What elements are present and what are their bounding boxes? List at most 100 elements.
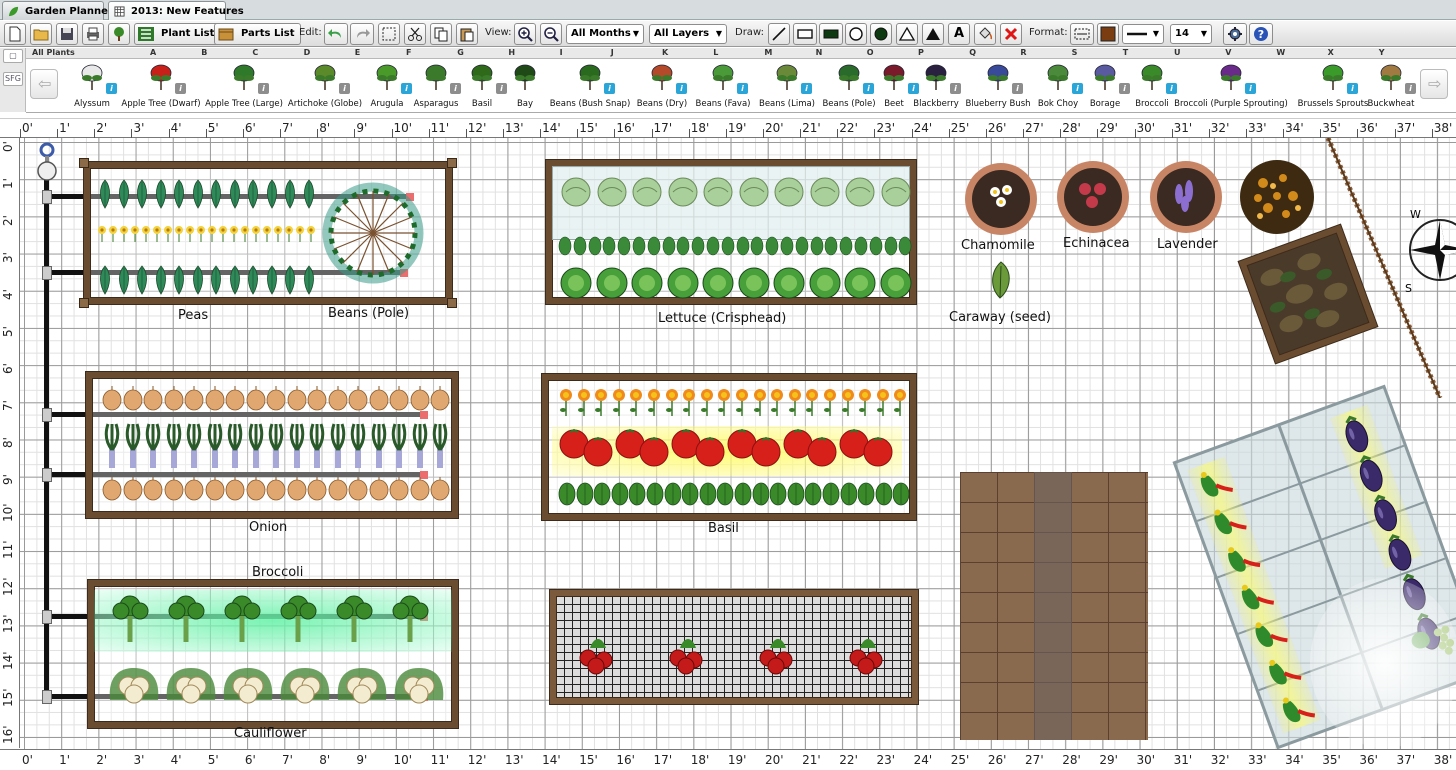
draw-filled-rectangle-button[interactable] xyxy=(819,23,843,45)
pot-lavender[interactable] xyxy=(1147,158,1225,236)
plant-thumbnail-icon xyxy=(314,64,336,90)
raised-bed-basil[interactable] xyxy=(542,374,916,520)
raised-bed-broccoli[interactable] xyxy=(88,580,458,728)
caraway-leaf-icon[interactable] xyxy=(986,260,1016,302)
scroll-right-button[interactable]: ⇨ xyxy=(1420,69,1448,99)
cauliflower-icon xyxy=(280,668,330,704)
fill-color-button[interactable] xyxy=(1097,23,1119,45)
bed-corner-post xyxy=(447,158,457,168)
raised-bed-mesh[interactable] xyxy=(550,590,918,704)
pea-plant-icon xyxy=(192,265,203,295)
info-icon[interactable]: i xyxy=(1405,83,1416,94)
filter-toggle-button[interactable]: ▢ xyxy=(3,49,23,63)
plant-item[interactable]: i Broccoli (Purple Sprouting) xyxy=(1174,59,1288,111)
plant-thumbnail-icon xyxy=(150,64,172,90)
flower-icon xyxy=(263,226,271,242)
new-button[interactable] xyxy=(4,23,26,45)
draw-triangle-button[interactable] xyxy=(896,23,918,45)
tab-new-features[interactable]: 2013: New Features xyxy=(108,1,244,20)
info-icon[interactable]: i xyxy=(106,83,117,94)
save-button[interactable] xyxy=(56,23,78,45)
months-dropdown[interactable]: All Months ▼ xyxy=(566,24,644,44)
dimension-button[interactable] xyxy=(1070,23,1094,45)
water-faucet-icon[interactable] xyxy=(32,140,64,182)
onion-icon xyxy=(369,477,388,501)
tab-garden-planner[interactable]: Garden Planner xyxy=(2,1,113,20)
fence[interactable] xyxy=(1320,138,1456,398)
draw-circle-button[interactable] xyxy=(845,23,867,45)
info-icon[interactable]: i xyxy=(1245,83,1256,94)
draw-filled-triangle-button[interactable] xyxy=(922,23,944,45)
plant-filter-dropdown[interactable]: All Plants xyxy=(32,48,75,57)
draw-rectangle-button[interactable] xyxy=(793,23,817,45)
plant-tool-button[interactable] xyxy=(108,23,130,45)
paved-area[interactable] xyxy=(960,472,1148,740)
zoom-in-button[interactable] xyxy=(514,23,536,45)
cut-button[interactable] xyxy=(404,23,426,45)
copy-button[interactable] xyxy=(430,23,452,45)
flower-icon xyxy=(197,226,205,242)
column-letter: Q xyxy=(969,48,976,57)
vertical-ruler: 0' 1' 2' 3' 4' 5' 6' 7' 8' 9' 10' 11' 12' 13' 14' 15' 16… xyxy=(0,138,20,748)
pea-plant-icon xyxy=(192,179,203,209)
ruler-tick-label: 13' xyxy=(502,121,524,138)
ruler-tick-label: 2' xyxy=(94,121,108,138)
zoom-out-button[interactable] xyxy=(540,23,562,45)
redo-button[interactable] xyxy=(350,23,374,45)
help-button[interactable]: ? xyxy=(1249,23,1273,45)
fill-bucket-button[interactable] xyxy=(974,23,996,45)
onion-icon xyxy=(328,386,347,411)
label-basil: Basil xyxy=(708,521,739,536)
plant-list-button[interactable]: Plant List xyxy=(134,23,221,45)
flower-icon xyxy=(208,226,216,242)
select-button[interactable] xyxy=(378,23,400,45)
raised-bed-onion[interactable] xyxy=(86,372,458,518)
plant-thumbnail-icon xyxy=(712,64,734,90)
print-button[interactable] xyxy=(82,23,104,45)
pot-mulch[interactable] xyxy=(1238,158,1316,236)
font-size-dropdown[interactable]: 14 ▼ xyxy=(1170,24,1212,44)
ruler-tick-label: 23' xyxy=(876,753,896,767)
tomato-icon xyxy=(839,428,893,467)
plant-item[interactable]: i Beans (Bush Snap) xyxy=(550,59,630,111)
info-icon[interactable]: i xyxy=(604,83,615,94)
plant-item[interactable]: i Buckwheat xyxy=(1351,59,1431,111)
plant-item[interactable]: i Apple Tree (Dwarf) xyxy=(121,59,201,111)
plant-item-label: Bay xyxy=(516,99,534,109)
arrow-left-icon: ⇦ xyxy=(38,74,52,93)
raised-bed-peas[interactable] xyxy=(84,162,452,304)
draw-filled-circle-button[interactable] xyxy=(870,23,892,45)
lettuce-seedling-icon xyxy=(662,236,675,256)
parts-list-button[interactable]: Parts List xyxy=(214,23,301,45)
garden-canvas[interactable]: Peas Beans (Pole) Lettuce (Crisphead) Ch… xyxy=(20,138,1456,749)
layers-dropdown[interactable]: All Layers ▼ xyxy=(649,24,727,44)
pot-echinacea[interactable] xyxy=(1054,158,1132,236)
info-icon[interactable]: i xyxy=(175,83,186,94)
undo-button[interactable] xyxy=(324,23,348,45)
open-button[interactable] xyxy=(30,23,52,45)
ruler-tick-label: 12' xyxy=(467,753,487,767)
info-icon[interactable]: i xyxy=(258,83,269,94)
onion-icon xyxy=(348,477,368,501)
delete-button[interactable] xyxy=(1000,23,1022,45)
sfg-toggle-button[interactable]: SFG xyxy=(3,72,23,86)
marigold-icon xyxy=(823,389,836,416)
format-label: Format: xyxy=(1029,27,1068,38)
line-style-dropdown[interactable]: ▼ xyxy=(1122,24,1164,44)
ruler-tick-label: 5' xyxy=(205,121,219,138)
pot-chamomile[interactable] xyxy=(962,160,1040,238)
info-icon[interactable]: i xyxy=(1166,83,1177,94)
lettuce-seedling-icon xyxy=(899,236,912,256)
plant-item-label: Apple Tree (Large) xyxy=(205,99,283,109)
label-broccoli: Broccoli xyxy=(252,565,304,580)
zoom-in-icon xyxy=(518,27,533,42)
paste-button[interactable] xyxy=(456,23,478,45)
draw-text-button[interactable]: A xyxy=(948,23,970,45)
flower-icon xyxy=(153,226,161,242)
settings-button[interactable] xyxy=(1223,23,1247,45)
draw-line-button[interactable] xyxy=(768,23,790,45)
marigold-icon xyxy=(577,389,590,416)
raised-bed-lettuce[interactable] xyxy=(546,160,916,304)
plant-item[interactable]: i Alyssum xyxy=(52,59,132,111)
plant-item[interactable]: i Apple Tree (Large) xyxy=(204,59,284,111)
